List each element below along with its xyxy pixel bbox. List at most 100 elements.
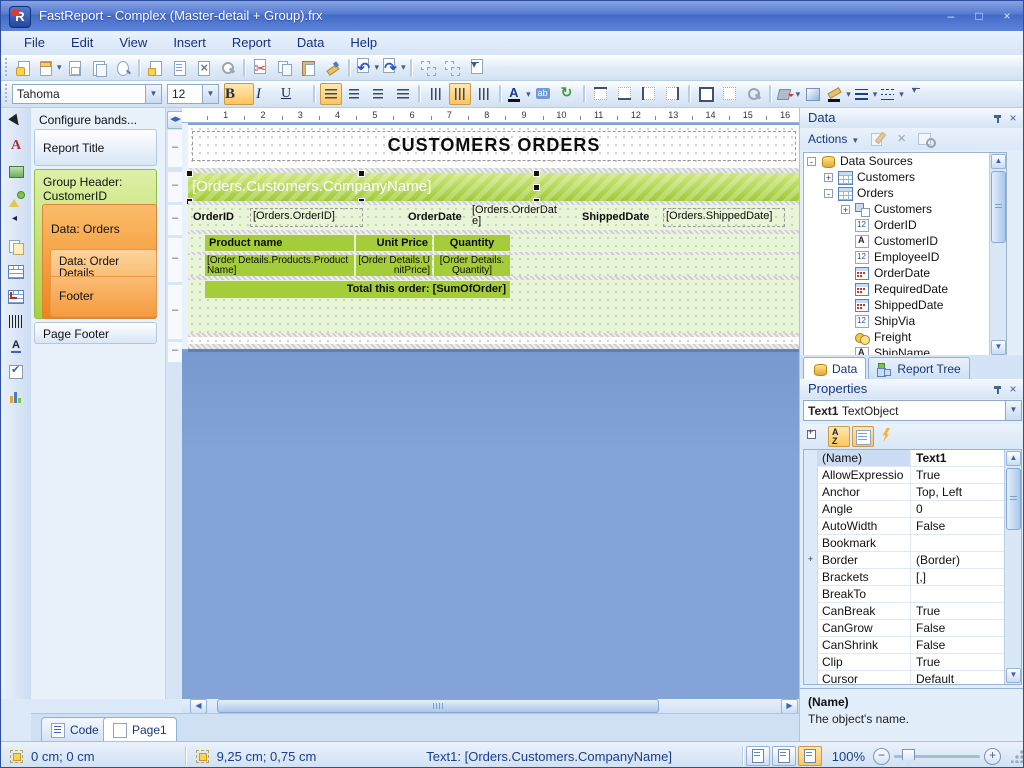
format-button[interactable]	[906, 83, 928, 105]
tab-report-tree[interactable]: Report Tree	[868, 357, 969, 379]
property-expander[interactable]	[804, 569, 818, 585]
tab-data[interactable]: Data	[803, 357, 866, 379]
data-action-button[interactable]	[893, 130, 913, 148]
properties-toolbar-button[interactable]	[804, 426, 826, 447]
format-button[interactable]	[776, 83, 801, 105]
format-button[interactable]	[853, 83, 878, 105]
format-button[interactable]	[320, 83, 342, 105]
configure-bands-link[interactable]: Configure bands...	[39, 113, 137, 127]
scroll-up-arrow[interactable]: ▲	[991, 154, 1006, 169]
format-button[interactable]	[638, 83, 660, 105]
property-row[interactable]: Bookmark	[804, 535, 1021, 552]
format-button[interactable]	[313, 85, 316, 103]
property-expander[interactable]	[804, 654, 818, 670]
format-button[interactable]	[425, 83, 447, 105]
toolbar-button[interactable]	[348, 59, 351, 77]
toolbar-button[interactable]	[112, 57, 134, 79]
format-button[interactable]	[743, 83, 765, 105]
tree-expander[interactable]	[841, 269, 850, 278]
scroll-right-arrow[interactable]: ▶	[781, 699, 798, 714]
selection-handle[interactable]	[533, 184, 540, 191]
format-button[interactable]	[590, 83, 612, 105]
chevron-down-icon[interactable]: ▼	[145, 85, 161, 103]
object-tool-button[interactable]	[4, 211, 28, 233]
property-expander[interactable]	[804, 450, 818, 466]
font-name-combo[interactable]: Tahoma ▼	[12, 84, 162, 104]
toolbar-button[interactable]	[355, 57, 380, 79]
tree-item[interactable]: OrderID	[804, 217, 1006, 233]
band-data-order-details[interactable]: Data: Order Details Footer	[50, 249, 157, 317]
tree-expander[interactable]	[841, 285, 850, 294]
detail-data-band[interactable]: [Order Details.Products.ProductName] [Or…	[188, 255, 799, 276]
format-button[interactable]	[473, 83, 495, 105]
company-name-object[interactable]: [Orders.Customers.CompanyName]	[188, 173, 537, 201]
format-button[interactable]	[344, 83, 366, 105]
format-button[interactable]	[557, 83, 579, 105]
pin-icon[interactable]	[993, 114, 1003, 124]
font-size-combo[interactable]: 12 ▼	[167, 84, 219, 104]
format-button[interactable]	[614, 83, 636, 105]
property-row[interactable]: CanGrow False	[804, 620, 1021, 637]
toolbar-button[interactable]	[381, 57, 406, 79]
property-expander[interactable]	[804, 586, 818, 602]
report-page[interactable]: CUSTOMERS ORDERS [Orders.Customers.Compa…	[188, 125, 799, 349]
zoom-slider-thumb[interactable]	[902, 749, 915, 765]
orderdate-expr-object[interactable]: [Orders.OrderDate]	[472, 205, 566, 229]
object-tool-button[interactable]	[4, 336, 28, 358]
toolbar-button[interactable]	[441, 57, 463, 79]
band-data-orders[interactable]: Data: Orders Data: Order Details Footer	[42, 204, 157, 319]
format-button[interactable]	[499, 85, 502, 103]
toolbar-button[interactable]	[169, 57, 191, 79]
toolbar-button[interactable]	[410, 59, 413, 77]
tree-item[interactable]: CustomerID	[804, 233, 1006, 249]
menu-item[interactable]: Edit	[58, 31, 106, 55]
object-tool-button[interactable]	[4, 236, 28, 258]
product-name-header-cell[interactable]: Product name	[205, 235, 354, 251]
zoom-in-button[interactable]: +	[984, 748, 1001, 765]
properties-toolbar-button[interactable]	[876, 426, 898, 447]
property-row[interactable]: Brackets [,]	[804, 569, 1021, 586]
object-tool-button[interactable]	[4, 286, 28, 308]
menu-item[interactable]: Insert	[160, 31, 219, 55]
tab-code[interactable]: Code	[41, 717, 109, 742]
tree-expander[interactable]	[841, 301, 850, 310]
property-expander[interactable]	[804, 603, 818, 619]
toolbar-button[interactable]	[274, 57, 296, 79]
format-button[interactable]	[533, 83, 555, 105]
menu-item[interactable]: Report	[219, 31, 284, 55]
page-width-view-button[interactable]	[772, 746, 796, 766]
object-tool-button[interactable]	[4, 311, 28, 333]
design-surface[interactable]: 12345678910111213141516 CUSTOMERS ORDERS…	[182, 108, 799, 699]
format-button[interactable]: U	[281, 83, 309, 105]
page-footer-band[interactable]	[188, 337, 799, 344]
tree-expander[interactable]: -	[807, 157, 816, 166]
tree-item[interactable]: RequiredDate	[804, 281, 1006, 297]
format-button[interactable]	[392, 83, 414, 105]
quantity-cell[interactable]: [Order Details.Quantity]	[434, 255, 510, 276]
tree-expander[interactable]: +	[841, 205, 850, 214]
toolbar-button[interactable]	[217, 57, 239, 79]
format-button[interactable]	[802, 83, 824, 105]
tree-expander[interactable]	[841, 317, 850, 326]
scrollbar-thumb[interactable]	[991, 171, 1006, 243]
tree-expander[interactable]: +	[824, 173, 833, 182]
property-row[interactable]: (Name) Text1	[804, 450, 1021, 467]
chevron-down-icon[interactable]: ▼	[851, 136, 859, 145]
toolbar-grip[interactable]	[4, 84, 9, 105]
order-total-cell[interactable]: Total this order: [SumOfOrder]	[205, 281, 510, 298]
tree-item[interactable]: + Customers	[804, 169, 1006, 185]
tree-item[interactable]: EmployeeID	[804, 249, 1006, 265]
property-expander[interactable]	[804, 484, 818, 500]
toolbar-button[interactable]	[145, 57, 167, 79]
property-row[interactable]: Cursor Default	[804, 671, 1021, 685]
whole-page-view-button[interactable]	[746, 746, 770, 766]
band-page-footer[interactable]: Page Footer	[34, 322, 157, 344]
property-row[interactable]: Angle 0	[804, 501, 1021, 518]
minimize-button[interactable]: –	[939, 9, 963, 24]
detail-header-band[interactable]: Product name Unit Price Quantity	[188, 234, 799, 252]
shippeddate-expr-object[interactable]: [Orders.ShippedDate]	[663, 208, 785, 227]
format-button[interactable]	[583, 85, 586, 103]
close-icon[interactable]: ×	[1006, 382, 1020, 396]
toolbar-button[interactable]	[465, 57, 487, 79]
toolbar-button[interactable]	[243, 59, 246, 77]
